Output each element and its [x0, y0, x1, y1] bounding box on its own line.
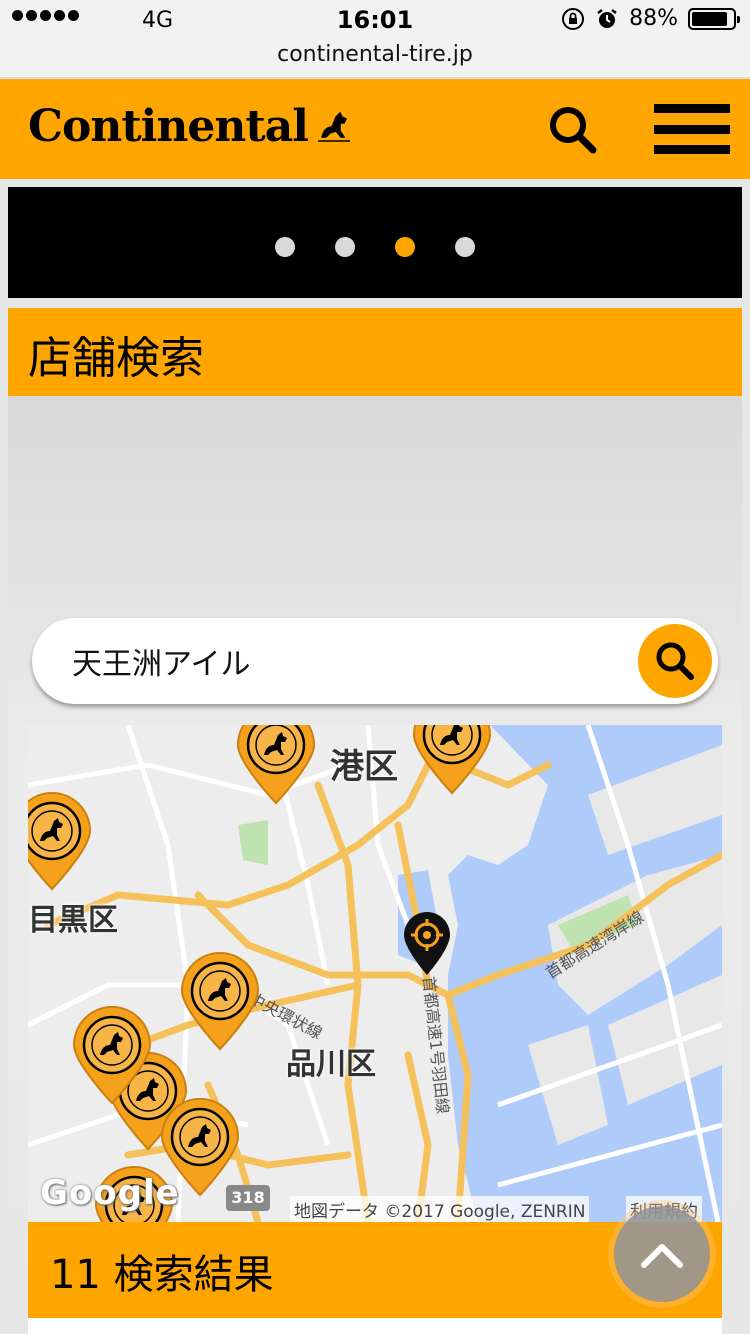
- store-search-button[interactable]: [638, 624, 712, 698]
- store-pin-icon: [28, 792, 92, 891]
- store-pin[interactable]: [410, 725, 494, 795]
- store-map[interactable]: 港区 目黒区 品川区 首都高速中央環状線 首都高速湾岸線 首都高速1号羽田線 3…: [28, 725, 722, 1222]
- search-icon: [656, 642, 694, 680]
- store-pin[interactable]: [234, 725, 318, 805]
- store-pin-icon: [236, 725, 316, 805]
- search-icon: [550, 107, 597, 154]
- store-pin-icon: [412, 725, 492, 795]
- store-search-input[interactable]: [72, 636, 612, 686]
- scroll-to-top-button[interactable]: [614, 1206, 710, 1302]
- map-attribution: 地図データ ©2017 Google, ZENRIN: [290, 1196, 590, 1222]
- district-label-shinagawa: 品川区: [286, 1047, 376, 1082]
- results-list: [28, 1318, 722, 1334]
- carousel-dots: [8, 237, 742, 257]
- orientation-lock-icon: [562, 7, 585, 30]
- store-pin[interactable]: [70, 1005, 154, 1105]
- route-number-sign: 318: [226, 1185, 270, 1211]
- carousel-dot[interactable]: [335, 237, 355, 257]
- google-logo: Google: [40, 1173, 180, 1213]
- chevron-up-icon: [641, 1244, 683, 1268]
- battery-icon: [688, 7, 740, 30]
- district-label-minato: 港区: [330, 747, 398, 787]
- address-bar[interactable]: continental-tire.jp: [0, 40, 750, 78]
- hamburger-menu-icon[interactable]: [654, 104, 730, 154]
- current-location-pin-icon: [404, 912, 450, 975]
- site-header: Continental: [0, 79, 750, 179]
- hero-carousel[interactable]: [8, 187, 742, 298]
- store-search-box: [32, 618, 718, 704]
- results-count: 11 検索結果: [50, 1252, 274, 1298]
- store-pin[interactable]: [178, 951, 262, 1051]
- store-pin[interactable]: [28, 791, 94, 891]
- status-bar: 4G 16:01 88%: [0, 0, 750, 40]
- battery-percent: 88%: [629, 6, 678, 31]
- horse-logo-icon: [317, 111, 350, 142]
- store-pin-icon: [180, 952, 260, 1051]
- section-header: 店舗検索: [8, 308, 742, 396]
- carousel-dot[interactable]: [455, 237, 475, 257]
- continental-logo[interactable]: Continental: [28, 101, 354, 152]
- alarm-icon: [597, 8, 617, 28]
- district-label-meguro: 目黒区: [28, 903, 118, 938]
- store-pin-icon: [72, 1006, 152, 1105]
- carousel-dot[interactable]: [395, 237, 415, 257]
- header-search-button[interactable]: [546, 103, 600, 157]
- logo-text: Continental: [28, 101, 309, 152]
- page-title: 店舗検索: [28, 333, 204, 384]
- carousel-dot[interactable]: [275, 237, 295, 257]
